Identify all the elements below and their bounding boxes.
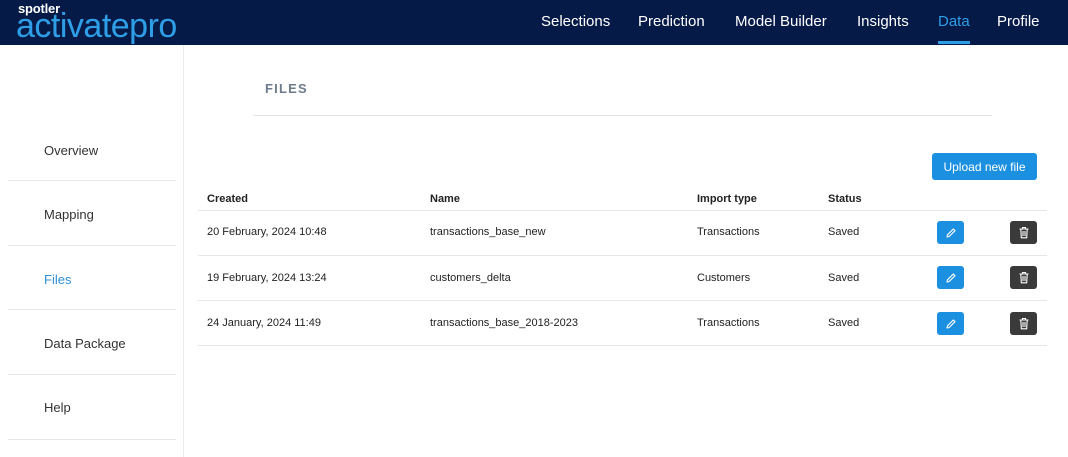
trash-icon xyxy=(1019,271,1028,284)
nav-model-builder[interactable]: Model Builder xyxy=(735,13,827,30)
nav-data[interactable]: Data xyxy=(938,13,970,30)
table-header-divider xyxy=(198,210,1047,211)
delete-button[interactable] xyxy=(1010,266,1037,289)
edit-button[interactable] xyxy=(937,221,964,244)
cell-created: 19 February, 2024 13:24 xyxy=(207,272,327,284)
delete-button[interactable] xyxy=(1010,312,1037,335)
sidebar-item-label: Help xyxy=(44,400,71,415)
sidebar-item-label: Overview xyxy=(44,143,99,158)
sidebar-item-data-package[interactable]: Data Package xyxy=(8,311,176,375)
sidebar-item-label: Files xyxy=(44,272,72,287)
row-divider xyxy=(198,300,1047,301)
nav-prediction[interactable]: Prediction xyxy=(638,13,705,30)
sidebar-item-files[interactable]: Files xyxy=(8,246,176,310)
column-header-import-type: Import type xyxy=(697,193,757,205)
sidebar-item-label: Data Package xyxy=(44,336,126,351)
cell-status: Saved xyxy=(828,272,860,284)
column-header-created: Created xyxy=(207,193,248,205)
cell-name: customers_delta xyxy=(430,272,511,284)
row-divider xyxy=(198,345,1047,346)
cell-status: Saved xyxy=(828,317,860,329)
cell-import-type: Transactions xyxy=(697,226,760,238)
sidebar-item-label: Mapping xyxy=(44,207,94,222)
row-divider xyxy=(198,255,1047,256)
nav-selections[interactable]: Selections xyxy=(541,13,610,30)
cell-name: transactions_base_2018-2023 xyxy=(430,317,579,329)
trash-icon xyxy=(1019,226,1028,239)
nav-insights[interactable]: Insights xyxy=(857,13,909,30)
cell-name: transactions_base_new xyxy=(430,226,546,238)
cell-created: 20 February, 2024 10:48 xyxy=(207,226,327,238)
edit-button[interactable] xyxy=(937,266,964,289)
cell-created: 24 January, 2024 11:49 xyxy=(207,317,321,329)
nav-active-indicator xyxy=(938,41,970,44)
column-header-name: Name xyxy=(430,193,460,205)
column-header-status: Status xyxy=(828,193,862,205)
cell-import-type: Customers xyxy=(697,272,751,284)
page-title: FILES xyxy=(265,81,308,96)
nav-profile[interactable]: Profile xyxy=(997,13,1040,30)
sidebar-item-help[interactable]: Help xyxy=(8,376,176,440)
edit-button[interactable] xyxy=(937,312,964,335)
pencil-icon xyxy=(945,272,956,283)
logo-big-text: activatepro xyxy=(16,7,177,45)
cell-status: Saved xyxy=(828,226,860,238)
pencil-icon xyxy=(945,318,956,329)
top-navigation-bar: spotler activatepro Selections Predictio… xyxy=(0,0,1068,45)
delete-button[interactable] xyxy=(1010,221,1037,244)
pencil-icon xyxy=(945,227,956,238)
sidebar-item-overview[interactable]: Overview xyxy=(8,117,176,181)
upload-new-file-button[interactable]: Upload new file xyxy=(932,153,1037,180)
sidebar: Overview Mapping Files Data Package Help xyxy=(0,45,184,457)
title-divider xyxy=(253,115,992,116)
trash-icon xyxy=(1019,317,1028,330)
cell-import-type: Transactions xyxy=(697,317,760,329)
sidebar-item-mapping[interactable]: Mapping xyxy=(8,182,176,246)
